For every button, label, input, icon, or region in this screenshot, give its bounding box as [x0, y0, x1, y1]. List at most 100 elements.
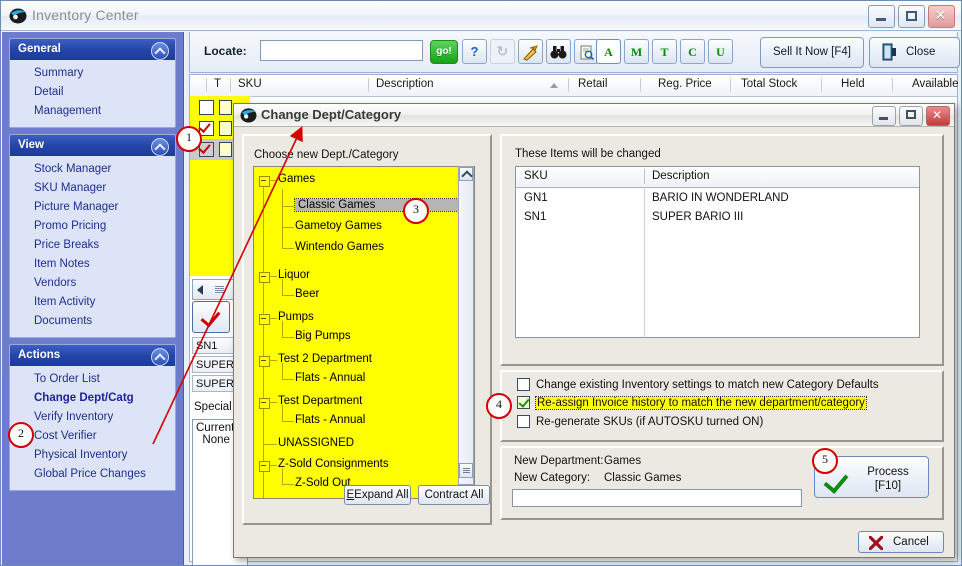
option-checkbox-reassign-invoice-history[interactable]: [517, 396, 530, 409]
sidebar-item-verify-inventory[interactable]: Verify Inventory: [10, 408, 175, 427]
tree-node-test-2-department[interactable]: Test 2 Department: [278, 353, 372, 365]
sidebar-item-vendors[interactable]: Vendors: [10, 274, 175, 293]
row-type-cell-2: [219, 121, 232, 136]
sidebar-group-view-header[interactable]: View: [10, 135, 175, 156]
grid-col-total-stock[interactable]: Total Stock: [741, 78, 797, 90]
tree-node-flats-annual-2[interactable]: Flats - Annual: [295, 414, 365, 426]
grid-col-available[interactable]: Available: [912, 78, 958, 90]
jump-arrow-icon[interactable]: [518, 39, 543, 64]
grid-col-description[interactable]: Description: [376, 78, 434, 90]
tree-node-test-department[interactable]: Test Department: [278, 395, 362, 407]
dialog-title: Change Dept/Category: [261, 107, 402, 122]
item-description: BARIO IN WONDERLAND: [652, 192, 789, 204]
filter-button-c[interactable]: C: [680, 39, 705, 64]
toolbar-letter-group: A M T C U: [596, 39, 733, 64]
grid-col-sku[interactable]: SKU: [238, 78, 262, 90]
row-checkbox-1[interactable]: [199, 100, 214, 115]
sidebar-group-actions-header[interactable]: Actions: [10, 345, 175, 366]
tree-node-wintendo-games[interactable]: Wintendo Games: [295, 241, 384, 253]
grid-col-t[interactable]: T: [214, 78, 221, 90]
table-row[interactable]: GN1 BARIO IN WONDERLAND: [516, 190, 919, 209]
grid-col-held[interactable]: Held: [841, 78, 865, 90]
dialog-maximize-button[interactable]: [899, 106, 923, 126]
tree-node-unassigned[interactable]: UNASSIGNED: [278, 437, 354, 449]
sidebar-item-cost-verifier[interactable]: Cost Verifier: [10, 427, 175, 446]
dialog-close-button[interactable]: ✕: [926, 106, 950, 126]
sidebar-item-global-price-changes[interactable]: Global Price Changes: [10, 465, 175, 484]
option-checkbox-regenerate-skus[interactable]: [517, 415, 530, 428]
items-col-sku[interactable]: SKU: [524, 170, 548, 182]
contract-all-button[interactable]: Contract All: [418, 485, 490, 505]
sidebar-item-management[interactable]: Management: [10, 102, 175, 121]
chevron-up-icon[interactable]: [151, 42, 169, 60]
table-row[interactable]: SN1 SUPER BARIO III: [516, 209, 919, 228]
note-input[interactable]: [512, 489, 802, 507]
window-close-button[interactable]: ✕: [928, 5, 955, 28]
chevron-up-icon[interactable]: [151, 348, 169, 366]
items-col-description[interactable]: Description: [652, 170, 710, 182]
app-logo-icon: [9, 8, 27, 24]
scroll-up-icon[interactable]: [459, 167, 473, 181]
tree-node-flats-annual-1[interactable]: Flats - Annual: [295, 372, 365, 384]
sidebar-item-item-notes[interactable]: Item Notes: [10, 255, 175, 274]
sidebar-item-promo-pricing[interactable]: Promo Pricing: [10, 217, 175, 236]
tree-node-big-pumps[interactable]: Big Pumps: [295, 330, 351, 342]
sidebar-item-documents[interactable]: Documents: [10, 312, 175, 331]
tree-node-z-sold-out[interactable]: Z-Sold Out: [295, 477, 351, 489]
window-minimize-button[interactable]: [868, 5, 895, 28]
row-type-cell-3: [219, 142, 232, 157]
option-checkbox-change-inventory-settings[interactable]: [517, 378, 530, 391]
tree-node-gametoy-games[interactable]: Gametoy Games: [295, 220, 382, 232]
tree-node-games[interactable]: Games: [278, 173, 315, 185]
chevron-up-icon[interactable]: [151, 138, 169, 156]
filter-button-m[interactable]: M: [624, 39, 649, 64]
sidebar-item-sku-manager[interactable]: SKU Manager: [10, 179, 175, 198]
grid-col-retail[interactable]: Retail: [578, 78, 607, 90]
sidebar-group-general-body: Summary Detail Management: [10, 60, 175, 127]
sidebar-item-item-activity[interactable]: Item Activity: [10, 293, 175, 312]
tree-vertical-scrollbar[interactable]: [458, 166, 474, 499]
tree-node-beer[interactable]: Beer: [295, 288, 319, 300]
tree-node-z-sold-consignments[interactable]: Z-Sold Consignments: [278, 458, 389, 470]
filter-button-a[interactable]: A: [596, 39, 621, 64]
dialog-minimize-button[interactable]: [872, 106, 896, 126]
close-icon: ✕: [931, 108, 943, 122]
help-icon[interactable]: ?: [462, 39, 487, 64]
sidebar-group-view-body: Stock Manager SKU Manager Picture Manage…: [10, 156, 175, 337]
refresh-icon[interactable]: ↻: [490, 39, 515, 64]
tree-node-classic-games[interactable]: Classic Games: [294, 198, 474, 212]
department-category-tree[interactable]: Games Classic Games Gametoy Games Winten…: [253, 166, 475, 499]
scrollbar-grip: [215, 286, 224, 293]
new-category-label: New Category:: [514, 472, 591, 484]
red-x-icon: [869, 536, 883, 550]
tree-node-pumps[interactable]: Pumps: [278, 311, 314, 323]
sidebar-item-physical-inventory[interactable]: Physical Inventory: [10, 446, 175, 465]
close-button[interactable]: Close: [869, 37, 960, 68]
sidebar-group-general-header[interactable]: General: [10, 39, 175, 60]
scroll-left-icon: [197, 285, 203, 295]
filter-button-t[interactable]: T: [652, 39, 677, 64]
horizontal-scrollbar[interactable]: [192, 279, 234, 300]
sidebar-item-stock-manager[interactable]: Stock Manager: [10, 160, 175, 179]
window-maximize-button[interactable]: [898, 5, 925, 28]
binoculars-icon[interactable]: [546, 39, 571, 64]
filter-button-u[interactable]: U: [708, 39, 733, 64]
sidebar-item-price-breaks[interactable]: Price Breaks: [10, 236, 175, 255]
expand-all-button[interactable]: EExpand All: [344, 485, 411, 505]
grid-col-reg-price[interactable]: Reg. Price: [658, 78, 712, 90]
go-button[interactable]: go!: [430, 40, 458, 64]
scrollbar-thumb[interactable]: [459, 463, 473, 478]
callout-4: 4: [486, 393, 512, 419]
sidebar-item-picture-manager[interactable]: Picture Manager: [10, 198, 175, 217]
sidebar-item-summary[interactable]: Summary: [10, 64, 175, 83]
sidebar-item-change-dept-catg[interactable]: Change Dept/Catg: [10, 389, 175, 408]
cancel-button[interactable]: Cancel: [858, 531, 944, 553]
grid-header-row: T SKU Description Retail Reg. Price Tota…: [190, 75, 958, 97]
locate-input[interactable]: [260, 40, 423, 61]
sell-it-now-button[interactable]: Sell It Now [F4]: [760, 37, 864, 68]
sidebar-item-detail[interactable]: Detail: [10, 83, 175, 102]
row-checkbox-3[interactable]: [199, 142, 214, 157]
items-label: These Items will be changed: [515, 148, 661, 160]
apply-check-button[interactable]: [192, 301, 230, 333]
sidebar-item-to-order-list[interactable]: To Order List: [10, 370, 175, 389]
